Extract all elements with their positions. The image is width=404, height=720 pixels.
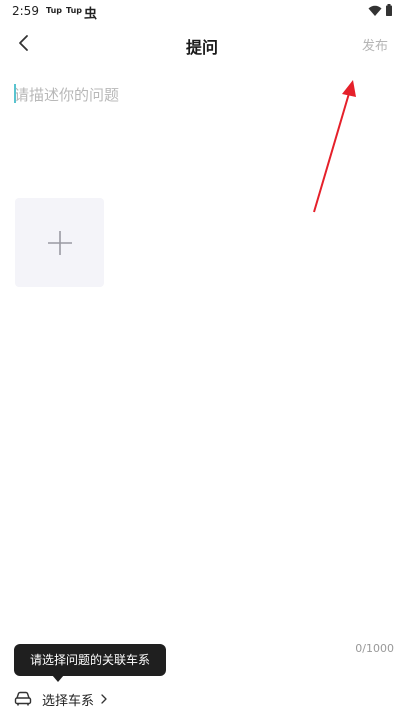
- tooltip: 请选择问题的关联车系: [14, 644, 166, 676]
- notification-icon: Tup: [46, 6, 62, 15]
- publish-button[interactable]: 发布: [362, 35, 388, 54]
- chevron-right-icon: [101, 694, 107, 704]
- status-time: 2:59: [12, 4, 39, 18]
- char-count: 0/1000: [355, 642, 394, 655]
- battery-icon: [386, 4, 392, 16]
- plus-icon: [48, 231, 72, 255]
- wifi-icon: [368, 5, 382, 16]
- text-caret: [14, 84, 16, 103]
- status-bar: 2:59 Tup Tup 虫: [0, 0, 404, 24]
- select-car-series-button[interactable]: 选择车系: [14, 688, 109, 710]
- header: 提问 发布: [0, 24, 404, 64]
- add-image-button[interactable]: [15, 198, 104, 287]
- annotation-arrow-icon: [313, 80, 356, 213]
- tooltip-tail: [52, 675, 64, 682]
- page-title: 提问: [185, 38, 218, 57]
- bottom-bar: 选择车系: [0, 682, 404, 720]
- bug-icon: 虫: [84, 7, 98, 22]
- select-car-series-label: 选择车系: [42, 693, 95, 709]
- notification-icon: Tup: [66, 6, 82, 15]
- car-icon: [14, 691, 32, 706]
